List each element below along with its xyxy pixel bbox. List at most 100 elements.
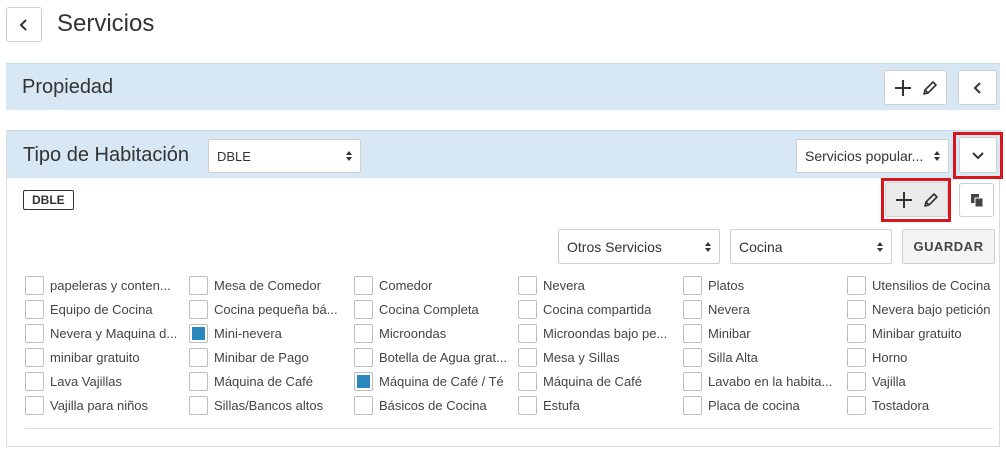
checkbox[interactable] (189, 371, 208, 391)
service-label: Mini-nevera (214, 325, 282, 341)
room-add-edit-button[interactable] (885, 182, 948, 217)
checkbox[interactable] (683, 347, 702, 367)
service-checkbox-item[interactable]: Máquina de Café (518, 370, 678, 392)
checkbox[interactable] (683, 299, 702, 319)
checkbox[interactable] (354, 323, 373, 343)
checkbox[interactable] (354, 395, 373, 415)
checkbox[interactable] (518, 395, 537, 415)
service-checkbox-item[interactable]: Utensilios de Cocina (847, 274, 1006, 296)
service-label: minibar gratuito (50, 349, 140, 365)
service-checkbox-item[interactable]: Platos (683, 274, 843, 296)
checkbox[interactable] (189, 395, 208, 415)
checkbox[interactable] (354, 347, 373, 367)
checkbox[interactable] (25, 395, 44, 415)
checkbox[interactable] (25, 299, 44, 319)
service-checkbox-item[interactable]: Horno (847, 346, 1006, 368)
checkbox[interactable] (189, 347, 208, 367)
checkbox[interactable] (847, 371, 866, 391)
checkbox[interactable] (354, 275, 373, 295)
propiedad-add-edit-button[interactable] (884, 70, 947, 105)
service-label: Mesa de Comedor (214, 277, 321, 293)
checkbox-checked[interactable] (354, 371, 373, 391)
service-checkbox-item[interactable]: minibar gratuito (25, 346, 185, 368)
service-checkbox-item[interactable]: Microondas bajo pe... (518, 322, 678, 344)
checkbox[interactable] (847, 275, 866, 295)
checkbox[interactable] (518, 371, 537, 391)
copy-button[interactable] (959, 183, 994, 217)
service-checkbox-item[interactable]: Estufa (518, 394, 678, 416)
service-checkbox-item[interactable]: Minibar (683, 322, 843, 344)
categoria-value: Cocina (739, 238, 783, 255)
service-checkbox-item[interactable]: Básicos de Cocina (354, 394, 514, 416)
service-checkbox-item[interactable]: Botella de Agua grat... (354, 346, 514, 368)
checkbox[interactable] (189, 275, 208, 295)
tipo-habitacion-expand-button[interactable] (959, 137, 997, 173)
select-arrows-icon (705, 241, 711, 252)
checkbox[interactable] (847, 347, 866, 367)
servicios-filter-select[interactable]: Servicios popular... (796, 139, 949, 173)
guardar-button[interactable]: GUARDAR (902, 229, 995, 264)
service-label: Botella de Agua grat... (379, 349, 507, 365)
service-checkbox-item[interactable]: Nevera (683, 298, 843, 320)
service-checkbox-item[interactable]: Lava Vajillas (25, 370, 185, 392)
checkbox[interactable] (847, 395, 866, 415)
checkbox[interactable] (683, 395, 702, 415)
checkbox[interactable] (518, 299, 537, 319)
checkbox[interactable] (847, 323, 866, 343)
checkbox[interactable] (847, 299, 866, 319)
service-checkbox-item[interactable]: Máquina de Café / Té (354, 370, 514, 392)
service-checkbox-item[interactable]: Mesa de Comedor (189, 274, 349, 296)
service-checkbox-item[interactable]: Mesa y Sillas (518, 346, 678, 368)
checkbox[interactable] (25, 323, 44, 343)
service-checkbox-item[interactable]: Microondas (354, 322, 514, 344)
service-checkbox-item[interactable]: Placa de cocina (683, 394, 843, 416)
checkbox[interactable] (25, 371, 44, 391)
checkbox[interactable] (683, 323, 702, 343)
service-checkbox-item[interactable]: Tostadora (847, 394, 1006, 416)
checkbox[interactable] (683, 275, 702, 295)
checkbox[interactable] (518, 323, 537, 343)
service-checkbox-item[interactable]: Cocina Completa (354, 298, 514, 320)
room-type-select[interactable]: DBLE (208, 139, 361, 173)
propiedad-panel-header: Propiedad (6, 63, 1000, 110)
checkbox[interactable] (518, 275, 537, 295)
checkbox[interactable] (25, 275, 44, 295)
service-checkbox-item[interactable]: Nevera (518, 274, 678, 296)
checkbox[interactable] (518, 347, 537, 367)
categoria-select[interactable]: Cocina (730, 229, 892, 264)
service-label: Microondas (379, 325, 447, 341)
page-title: Servicios (57, 10, 155, 37)
service-checkbox-item[interactable]: papeleras y conten... (25, 274, 185, 296)
room-type-tag: DBLE (23, 190, 74, 210)
service-checkbox-item[interactable]: Sillas/Bancos altos (189, 394, 349, 416)
service-checkbox-item[interactable]: Cocina pequeña bá... (189, 298, 349, 320)
propiedad-collapse-button[interactable] (958, 70, 997, 105)
service-checkbox-item[interactable]: Nevera bajo petición (847, 298, 1006, 320)
service-checkbox-item[interactable]: Cocina compartida (518, 298, 678, 320)
service-checkbox-item[interactable]: Minibar de Pago (189, 346, 349, 368)
service-checkbox-item[interactable]: Comedor (354, 274, 514, 296)
otros-servicios-select[interactable]: Otros Servicios (558, 229, 720, 264)
plus-icon (895, 191, 912, 208)
service-checkbox-item[interactable]: Vajilla (847, 370, 1006, 392)
service-checkbox-item[interactable]: Lavabo en la habita... (683, 370, 843, 392)
checkbox-checked[interactable] (189, 323, 208, 343)
service-checkbox-item[interactable]: Nevera y Maquina d... (25, 322, 185, 344)
service-checkbox-item[interactable]: Vajilla para niños (25, 394, 185, 416)
back-button[interactable] (6, 7, 42, 42)
service-checkbox-item[interactable]: Mini-nevera (189, 322, 349, 344)
pencil-icon (922, 80, 937, 95)
service-label: Máquina de Café / Té (379, 373, 504, 389)
service-label: Mesa y Sillas (543, 349, 620, 365)
checkbox[interactable] (189, 299, 208, 319)
service-label: Placa de cocina (708, 397, 800, 413)
tipo-habitacion-panel: Tipo de Habitación DBLE Servicios popula… (6, 130, 1003, 447)
service-checkbox-item[interactable]: Equipo de Cocina (25, 298, 185, 320)
checkbox[interactable] (354, 299, 373, 319)
checkbox[interactable] (25, 347, 44, 367)
service-checkbox-item[interactable]: Silla Alta (683, 346, 843, 368)
service-label: Cocina compartida (543, 301, 652, 317)
checkbox[interactable] (683, 371, 702, 391)
service-checkbox-item[interactable]: Minibar gratuito (847, 322, 1006, 344)
service-checkbox-item[interactable]: Máquina de Café (189, 370, 349, 392)
